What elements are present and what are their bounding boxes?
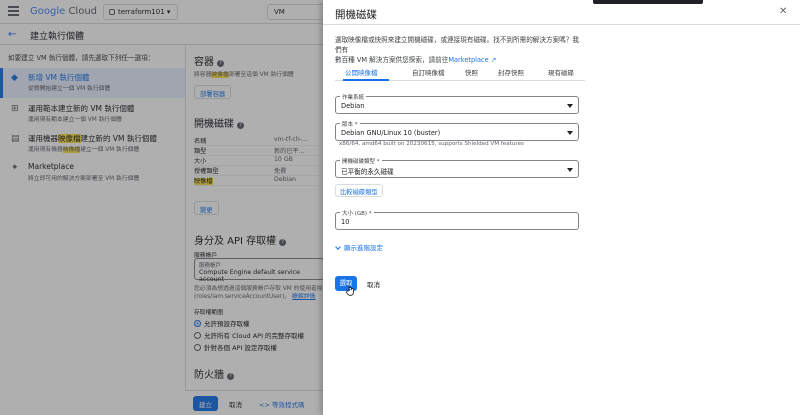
- close-icon[interactable]: ✕: [779, 6, 787, 17]
- tab-existing-disks[interactable]: 現有磁碟: [548, 67, 574, 77]
- version-select[interactable]: 版本 * Debian GNU/Linux 10 (buster): [335, 120, 579, 141]
- tab-public-images[interactable]: 公開映像檔: [345, 67, 378, 77]
- field-label: 大小 (GB) *: [340, 209, 374, 217]
- dropdown-arrow-icon: [567, 104, 573, 108]
- boot-disk-panel: 開機磁碟 ✕ 選取映像檔或快照來建立開機磁碟，或連接現有磁碟。找不到所需的解決方…: [323, 0, 800, 415]
- size-input[interactable]: 大小 (GB) * 10: [335, 209, 579, 230]
- field-label: 版本 *: [340, 120, 360, 128]
- version-hint: x86/64, amd64 built on 20230615, support…: [339, 141, 524, 147]
- field-value: 10: [341, 218, 350, 226]
- toggle-label: 顯示進階設定: [344, 244, 383, 252]
- compare-disk-types-button[interactable]: 比較磁碟類型: [335, 184, 383, 197]
- image-source-tabs: 公開映像檔 自訂映像檔 快照 封存快照 現有磁碟: [335, 63, 585, 81]
- tab-archive-snapshots[interactable]: 封存快照: [498, 67, 524, 77]
- panel-description: 選取映像檔或快照來建立開機磁碟，或連接現有磁碟。找不到所需的解決方案嗎？我們有 …: [335, 35, 585, 65]
- tab-custom-images[interactable]: 自訂映像檔: [412, 67, 445, 77]
- divider: [323, 24, 800, 25]
- chevron-down-icon: [335, 244, 341, 250]
- field-value: Debian GNU/Linux 10 (buster): [341, 129, 441, 137]
- active-tab-indicator: [343, 79, 389, 81]
- field-value: 已平衡的永久磁碟: [341, 168, 394, 176]
- field-value: Debian: [341, 102, 365, 110]
- panel-title: 開機磁碟: [335, 9, 377, 21]
- field-label: 作業系統: [340, 93, 367, 101]
- disk-type-select[interactable]: 開機磁碟類型 * 已平衡的永久磁碟: [335, 157, 579, 178]
- dropdown-arrow-icon: [567, 168, 573, 172]
- field-label: 開機磁碟類型 *: [340, 157, 382, 165]
- tab-snapshots[interactable]: 快照: [465, 67, 478, 77]
- show-advanced-toggle[interactable]: 顯示進階設定: [335, 242, 383, 252]
- hand-cursor-icon: [346, 285, 354, 296]
- panel-cancel-button[interactable]: 取消: [367, 279, 380, 289]
- desc-line-1: 選取映像檔或快照來建立開機磁碟，或連接現有磁碟。找不到所需的解決方案嗎？我們有: [335, 36, 579, 54]
- top-strip: [593, 0, 703, 4]
- dropdown-arrow-icon: [567, 131, 573, 135]
- os-select[interactable]: 作業系統 Debian: [335, 93, 579, 114]
